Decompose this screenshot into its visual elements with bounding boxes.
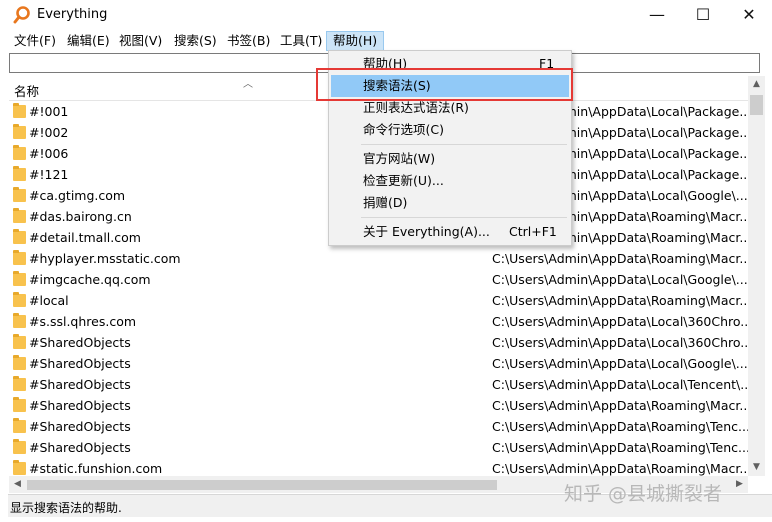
- folder-icon: [13, 208, 26, 223]
- close-button[interactable]: ✕: [726, 0, 772, 31]
- folder-icon: [13, 124, 26, 139]
- vertical-scroll-thumb[interactable]: [750, 95, 763, 115]
- file-path: C:\Users\Admin\AppData\Local\360Chro...: [492, 335, 748, 350]
- menu-item-donate[interactable]: 捐赠(D): [331, 192, 569, 214]
- file-path: C:\Users\Admin\AppData\Roaming\Tenc...: [492, 440, 748, 455]
- menu-item-label: 官方网站(W): [363, 151, 436, 166]
- folder-icon: [13, 166, 26, 181]
- file-name: #hyplayer.msstatic.com: [29, 251, 181, 266]
- file-path: C:\Users\Admin\AppData\Local\Google\...: [492, 356, 748, 371]
- folder-icon: [13, 103, 26, 118]
- folder-icon: [13, 439, 26, 454]
- list-row[interactable]: #SharedObjects C:\Users\Admin\AppData\Loc…: [9, 353, 748, 374]
- sort-ascending-icon: ︿: [243, 79, 253, 90]
- menu-item-label: 捐赠(D): [363, 195, 408, 210]
- folder-icon: [13, 271, 26, 286]
- list-row[interactable]: #SharedObjects C:\Users\Admin\AppData\Roa…: [9, 395, 748, 416]
- menu-item-website[interactable]: 官方网站(W): [331, 148, 569, 170]
- file-path: C:\Users\Admin\AppData\Roaming\Tenc...: [492, 419, 748, 434]
- menu-separator: [361, 144, 567, 145]
- file-path: C:\Users\Admin\AppData\Local\Tencent\...: [492, 377, 748, 392]
- folder-icon: [13, 355, 26, 370]
- minimize-button[interactable]: —: [634, 0, 680, 31]
- menu-file[interactable]: 文件(F): [8, 31, 62, 51]
- maximize-button[interactable]: ☐: [680, 0, 726, 31]
- menu-item-label: 检查更新(U)...: [363, 173, 444, 188]
- list-row[interactable]: #SharedObjects C:\Users\Admin\AppData\Roa…: [9, 437, 748, 458]
- list-row[interactable]: #static.funshion.com C:\Users\Admin\AppDa…: [9, 458, 748, 476]
- file-name: #!006: [29, 146, 69, 161]
- menu-tools[interactable]: 工具(T): [274, 31, 328, 51]
- folder-icon: [13, 229, 26, 244]
- scroll-left-icon[interactable]: ◀: [9, 476, 26, 493]
- list-row[interactable]: #local C:\Users\Admin\AppData\Roaming\Mac…: [9, 290, 748, 311]
- folder-icon: [13, 397, 26, 412]
- file-name: #local: [29, 293, 69, 308]
- horizontal-scroll-thumb[interactable]: [27, 480, 497, 490]
- column-header-name[interactable]: 名称: [14, 81, 39, 100]
- folder-icon: [13, 460, 26, 475]
- menu-view[interactable]: 视图(V): [113, 31, 168, 51]
- menu-item-label: 命令行选项(C): [363, 122, 444, 137]
- file-name: #s.ssl.qhres.com: [29, 314, 137, 329]
- menu-item-command-line-options[interactable]: 命令行选项(C): [331, 119, 569, 141]
- list-row[interactable]: #hyplayer.msstatic.com C:\Users\Admin\App…: [9, 248, 748, 269]
- scroll-down-icon[interactable]: ▼: [748, 459, 765, 476]
- menu-item-check-updates[interactable]: 检查更新(U)...: [331, 170, 569, 192]
- folder-icon: [13, 250, 26, 265]
- menu-bookmarks[interactable]: 书签(B): [221, 31, 276, 51]
- scroll-up-icon[interactable]: ▲: [748, 76, 765, 93]
- file-name: #!002: [29, 125, 69, 140]
- menu-edit[interactable]: 编辑(E): [61, 31, 116, 51]
- file-name: #detail.tmall.com: [29, 230, 141, 245]
- list-row[interactable]: #s.ssl.qhres.com C:\Users\Admin\AppData\L…: [9, 311, 748, 332]
- magnifier-app-icon: [13, 6, 30, 24]
- scroll-right-icon[interactable]: ▶: [731, 476, 748, 493]
- file-path: C:\Users\Admin\AppData\Local\360Chro...: [492, 314, 748, 329]
- annotation-highlight-box: [316, 68, 573, 101]
- file-path: C:\Users\Admin\AppData\Roaming\Macr...: [492, 398, 748, 413]
- menu-item-shortcut: Ctrl+F1: [509, 224, 557, 239]
- file-name: #imgcache.qq.com: [29, 272, 151, 287]
- status-text: 显示搜索语法的帮助.: [10, 501, 122, 515]
- file-name: #das.bairong.cn: [29, 209, 132, 224]
- file-path: C:\Users\Admin\AppData\Roaming\Macr...: [492, 461, 748, 476]
- file-path: C:\Users\Admin\AppData\Local\Google\...: [492, 272, 748, 287]
- menu-item-about[interactable]: 关于 Everything(A)... Ctrl+F1: [331, 221, 569, 243]
- menu-help[interactable]: 帮助(H): [326, 31, 385, 51]
- list-row[interactable]: #imgcache.qq.com C:\Users\Admin\AppData\L…: [9, 269, 748, 290]
- file-name: #SharedObjects: [29, 440, 131, 455]
- menu-item-label: 关于 Everything(A)...: [363, 224, 490, 239]
- list-row[interactable]: #SharedObjects C:\Users\Admin\AppData\Loc…: [9, 374, 748, 395]
- file-name: #SharedObjects: [29, 377, 131, 392]
- vertical-scrollbar[interactable]: ▲ ▼: [748, 76, 765, 476]
- file-name: #!001: [29, 104, 69, 119]
- folder-icon: [13, 376, 26, 391]
- file-name: #SharedObjects: [29, 356, 131, 371]
- folder-icon: [13, 313, 26, 328]
- file-path: C:\Users\Admin\AppData\Roaming\Macr...: [492, 293, 748, 308]
- file-name: #ca.gtimg.com: [29, 188, 126, 203]
- file-name: #SharedObjects: [29, 398, 131, 413]
- list-row[interactable]: #SharedObjects C:\Users\Admin\AppData\Roa…: [9, 416, 748, 437]
- folder-icon: [13, 418, 26, 433]
- menu-search[interactable]: 搜索(S): [168, 31, 223, 51]
- file-name: #!121: [29, 167, 69, 182]
- menu-separator: [361, 217, 567, 218]
- file-name: #SharedObjects: [29, 335, 131, 350]
- file-name: #SharedObjects: [29, 419, 131, 434]
- file-name: #static.funshion.com: [29, 461, 163, 476]
- menu-bar: 文件(F) 编辑(E) 视图(V) 搜索(S) 书签(B) 工具(T) 帮助(H…: [8, 31, 772, 51]
- watermark: 知乎 @县城撕裂者: [564, 483, 723, 505]
- file-path: C:\Users\Admin\AppData\Roaming\Macr...: [492, 251, 748, 266]
- folder-icon: [13, 334, 26, 349]
- window-title: Everything: [37, 7, 108, 22]
- title-bar[interactable]: Everything — ☐ ✕: [0, 0, 772, 31]
- list-row[interactable]: #SharedObjects C:\Users\Admin\AppData\Loc…: [9, 332, 748, 353]
- folder-icon: [13, 292, 26, 307]
- folder-icon: [13, 187, 26, 202]
- everything-window: Everything — ☐ ✕ 文件(F) 编辑(E) 视图(V) 搜索(S)…: [0, 0, 772, 522]
- folder-icon: [13, 145, 26, 160]
